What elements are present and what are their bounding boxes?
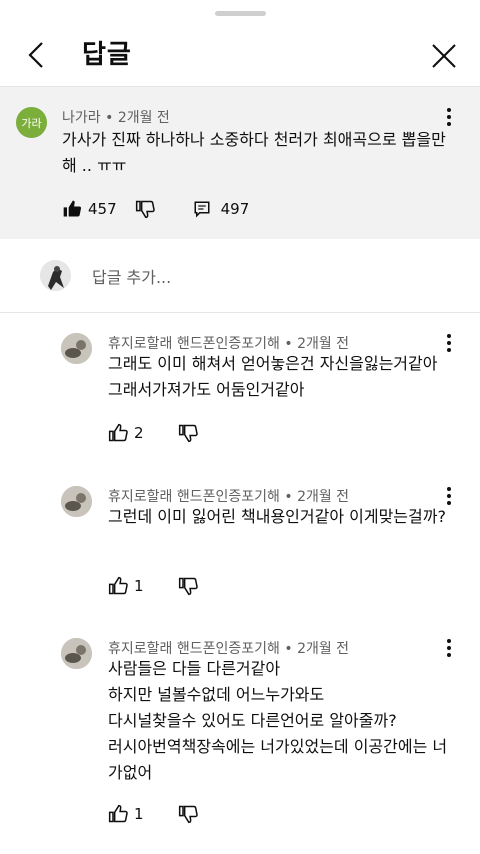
- avatar[interactable]: 가라: [16, 107, 47, 138]
- like-button[interactable]: 1: [108, 576, 144, 596]
- like-button[interactable]: 1: [108, 804, 144, 824]
- thumb-up-icon: [108, 423, 128, 442]
- more-vert-icon: [447, 487, 451, 505]
- more-button[interactable]: [441, 107, 457, 127]
- chevron-left-icon: [28, 42, 43, 68]
- comment-actions: 2: [108, 421, 198, 445]
- dislike-button[interactable]: [178, 423, 198, 443]
- like-count: 2: [134, 424, 144, 442]
- dislike-button[interactable]: [178, 804, 198, 824]
- comment-author[interactable]: 휴지로할래 핸드폰인증포기해: [108, 336, 280, 352]
- comment-text: 그런데 이미 잃어린 책내용인거같아 이게맞는걸까?: [108, 507, 446, 526]
- user-avatar-icon: [61, 486, 92, 517]
- meta-separator: •: [284, 489, 293, 505]
- avatar[interactable]: [61, 486, 92, 517]
- comment-time: 2개월 전: [297, 641, 350, 657]
- comment-actions: 1: [108, 574, 198, 598]
- avatar[interactable]: [61, 333, 92, 364]
- comment-text: 사람들은 다들 다른거같아 하지만 널볼수없데 어느누가와도 다시널찾을수 있어…: [108, 659, 448, 782]
- thumb-up-icon: [108, 576, 128, 595]
- drag-handle[interactable]: [215, 11, 266, 16]
- like-count: 1: [134, 805, 144, 823]
- more-button[interactable]: [441, 486, 457, 506]
- comment-time: 2개월 전: [297, 489, 350, 505]
- add-reply-input[interactable]: 답글 추가...: [92, 264, 171, 288]
- header: 답글: [0, 20, 480, 87]
- reply-icon: [194, 201, 210, 218]
- add-reply-bar: 답글 추가...: [0, 240, 480, 313]
- dislike-button[interactable]: [178, 576, 198, 596]
- like-button[interactable]: 2: [108, 423, 144, 443]
- more-button[interactable]: [441, 638, 457, 658]
- meta-separator: •: [284, 336, 293, 352]
- page-title: 답글: [82, 40, 132, 70]
- replies-sheet: 답글 가라 나가라 • 2개월 전 가사가 진짜 하나하나 소중하다 천러가 최…: [0, 0, 480, 854]
- user-avatar-icon: [61, 638, 92, 669]
- comment-author[interactable]: 휴지로할래 핸드폰인증포기해: [108, 489, 280, 505]
- more-button[interactable]: [441, 333, 457, 353]
- comment-time: 2개월 전: [297, 336, 350, 352]
- comment-author[interactable]: 나가라: [62, 110, 101, 126]
- meta-separator: •: [284, 641, 293, 657]
- reply-count-button[interactable]: 497: [193, 200, 250, 218]
- comment-time: 2개월 전: [117, 110, 170, 126]
- comment-meta: 휴지로할래 핸드폰인증포기해 • 2개월 전: [108, 638, 349, 658]
- user-avatar-icon: [61, 333, 92, 364]
- thumb-up-icon: [63, 200, 82, 217]
- avatar[interactable]: [61, 638, 92, 669]
- more-vert-icon: [447, 334, 451, 352]
- parent-comment: 가라 나가라 • 2개월 전 가사가 진짜 하나하나 소중하다 천러가 최애곡으…: [0, 87, 480, 239]
- reply-count: 497: [220, 200, 250, 218]
- thumb-down-icon: [178, 424, 198, 443]
- thumb-down-icon: [178, 577, 198, 596]
- my-avatar: [40, 260, 71, 291]
- comment-meta: 휴지로할래 핸드폰인증포기해 • 2개월 전: [108, 333, 349, 353]
- close-button[interactable]: [430, 42, 458, 70]
- user-avatar-icon: [40, 260, 71, 291]
- comment-meta: 나가라 • 2개월 전: [62, 107, 170, 127]
- comment-text: 그래도 이미 해쳐서 얻어놓은건 자신을잃는거같아 그래서가져가도 어둠인거같아: [108, 354, 438, 399]
- thumb-down-icon: [135, 200, 155, 219]
- like-count: 457: [88, 200, 117, 218]
- comment-actions: 1: [108, 802, 198, 826]
- like-button[interactable]: 457: [62, 199, 117, 219]
- meta-separator: •: [105, 110, 114, 126]
- comment-actions: 457 497: [62, 197, 249, 221]
- comment-author[interactable]: 휴지로할래 핸드폰인증포기해: [108, 641, 280, 657]
- more-vert-icon: [447, 639, 451, 657]
- comment-meta: 휴지로할래 핸드폰인증포기해 • 2개월 전: [108, 486, 349, 506]
- more-vert-icon: [447, 108, 451, 126]
- dislike-button[interactable]: [135, 199, 155, 219]
- comment-text: 가사가 진짜 하나하나 소중하다 천러가 최애곡으로 뽑을만 해 .. ㅠㅠ: [62, 130, 446, 175]
- back-button[interactable]: [24, 40, 50, 70]
- close-icon: [432, 44, 456, 68]
- like-count: 1: [134, 577, 144, 595]
- thumb-up-icon: [108, 804, 128, 823]
- thumb-down-icon: [178, 805, 198, 824]
